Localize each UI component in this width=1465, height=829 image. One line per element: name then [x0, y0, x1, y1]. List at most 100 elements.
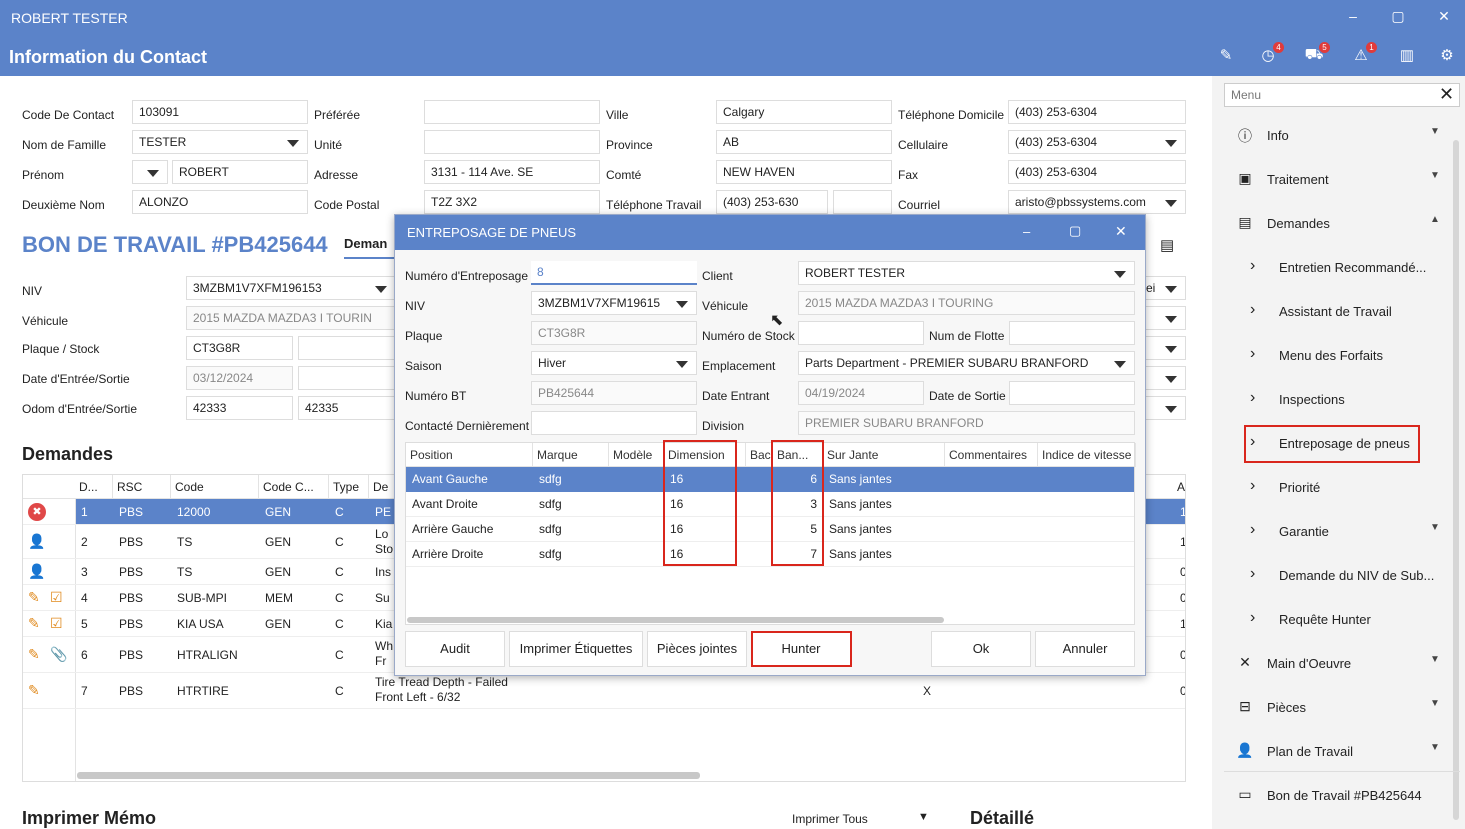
ok-button[interactable]: Ok: [931, 631, 1031, 667]
chevron-down-icon[interactable]: ▼: [1430, 126, 1440, 137]
dialog-minimize-icon[interactable]: –: [1023, 224, 1030, 239]
chart-icon[interactable]: ▥: [1396, 46, 1418, 66]
tire-grid-header-cell[interactable]: Modèle: [609, 443, 664, 467]
sidebar-item-bon-travail[interactable]: ▭ Bon de Travail #PB425644: [1236, 786, 1446, 806]
fax-field[interactable]: (403) 253-6304: [1008, 160, 1186, 184]
tire-row[interactable]: Arrière Gauche sdfg 16 5 Sans jantes: [406, 517, 1134, 542]
sidebar-item-demandes[interactable]: ▤ Demandes ▲: [1236, 214, 1446, 234]
chevron-down-icon[interactable]: ▼: [918, 811, 929, 823]
tire-grid-header-cell[interactable]: Bac: [746, 443, 773, 467]
sidebar-scrollbar[interactable]: [1453, 140, 1459, 820]
clipboard-check-icon[interactable]: ☑: [50, 615, 63, 632]
demandes-header-cell[interactable]: Code: [171, 475, 259, 499]
print-labels-button[interactable]: Imprimer Étiquettes: [509, 631, 643, 667]
postal-field[interactable]: T2Z 3X2: [424, 190, 600, 214]
tire-grid-header-cell[interactable]: Sur Jante: [823, 443, 945, 467]
vehicule-field[interactable]: 2015 MAZDA MAZDA3 I TOURIN: [186, 306, 396, 330]
odom-in-field[interactable]: 42333: [186, 396, 293, 420]
dlg-plaque-field[interactable]: CT3G8R: [531, 321, 697, 345]
tire-grid-header-cell[interactable]: Commentaires: [945, 443, 1038, 467]
grid-scrollbar[interactable]: [407, 617, 944, 623]
pencil-icon[interactable]: ✎: [28, 589, 40, 606]
contact-field[interactable]: [531, 411, 697, 435]
audit-button[interactable]: Audit: [405, 631, 505, 667]
flotte-field[interactable]: [1009, 321, 1135, 345]
close-icon[interactable]: ✕: [1436, 8, 1452, 25]
clipboard-check-icon[interactable]: ☑: [50, 589, 63, 606]
dialog-maximize-icon[interactable]: ▢: [1069, 223, 1081, 239]
courriel-field[interactable]: aristo@pbssystems.com: [1008, 190, 1186, 214]
sidebar-item-main-oeuvre[interactable]: ✕ Main d'Oeuvre ▼: [1236, 654, 1446, 674]
deuxieme-field[interactable]: ALONZO: [132, 190, 308, 214]
sidebar-subitem-forfaits[interactable]: › Menu des Forfaits: [1250, 345, 1445, 366]
sidebar-subitem-entretien[interactable]: › Entretien Recommandé...: [1250, 257, 1445, 278]
chevron-down-icon[interactable]: ▼: [1430, 654, 1440, 665]
sidebar-subitem-inspections[interactable]: › Inspections: [1250, 389, 1445, 410]
dialog-close-icon[interactable]: ✕: [1115, 223, 1127, 240]
demandes-header-cell[interactable]: A: [1173, 475, 1185, 499]
stock-field[interactable]: [298, 336, 396, 360]
history-icon[interactable]: ◷ 4: [1257, 42, 1284, 66]
chevron-down-icon[interactable]: ▼: [1430, 522, 1440, 533]
sidebar-item-traitement[interactable]: ▣ Traitement ▼: [1236, 170, 1446, 190]
car-icon[interactable]: ⛟ 5: [1303, 42, 1330, 66]
chevron-down-icon[interactable]: ▼: [1430, 170, 1440, 181]
num-field[interactable]: 8: [531, 261, 697, 285]
sidebar-subitem-demande-niv[interactable]: › Demande du NIV de Sub...: [1250, 565, 1445, 586]
tire-grid-header-cell[interactable]: Position: [406, 443, 533, 467]
nom-field[interactable]: TESTER: [132, 130, 308, 154]
maximize-icon[interactable]: ▢: [1390, 8, 1406, 25]
pencil-icon[interactable]: ✎: [28, 646, 40, 663]
teldom-field[interactable]: (403) 253-6304: [1008, 100, 1186, 124]
pencil-icon[interactable]: ✎: [28, 615, 40, 632]
empl-field[interactable]: Parts Department - PREMIER SUBARU BRANFO…: [798, 351, 1135, 375]
tab-demandes[interactable]: Deman: [344, 236, 396, 259]
client-field[interactable]: ROBERT TESTER: [798, 261, 1135, 285]
comte-field[interactable]: NEW HAVEN: [716, 160, 892, 184]
teltravail-field[interactable]: (403) 253-630: [716, 190, 828, 214]
unite-field[interactable]: [424, 130, 600, 154]
date-out-field[interactable]: [298, 366, 396, 390]
alert-icon[interactable]: ⚠ 1: [1350, 42, 1377, 66]
settings-icon[interactable]: ⚙: [1436, 46, 1458, 66]
dlg-vehicule-field[interactable]: 2015 MAZDA MAZDA3 I TOURING: [798, 291, 1135, 315]
minimize-icon[interactable]: –: [1345, 8, 1361, 24]
table-scrollbar[interactable]: [77, 772, 700, 779]
chevron-down-icon[interactable]: ▼: [1430, 698, 1440, 709]
prenom-field[interactable]: ROBERT: [172, 160, 308, 184]
right-select-5[interactable]: [1140, 396, 1186, 420]
tire-grid-header-cell[interactable]: Indice de vitesse: [1038, 443, 1136, 467]
demandes-header-cell[interactable]: Code C...: [259, 475, 329, 499]
comment-icon[interactable]: ▤: [1160, 236, 1174, 254]
pencil-icon[interactable]: ✎: [28, 682, 40, 699]
sidebar-subitem-assistant[interactable]: › Assistant de Travail: [1250, 301, 1445, 322]
sidebar-subitem-garantie[interactable]: › Garantie ▼: [1250, 521, 1445, 542]
adresse-field[interactable]: 3131 - 114 Ave. SE: [424, 160, 600, 184]
preferee-field[interactable]: [424, 100, 600, 124]
sortie-field[interactable]: [1009, 381, 1135, 405]
print-all-label[interactable]: Imprimer Tous: [792, 812, 868, 826]
right-select-1[interactable]: ei: [1140, 276, 1186, 300]
user-edit-icon[interactable]: 👤: [28, 533, 45, 550]
saison-field[interactable]: Hiver: [531, 351, 697, 375]
ville-field[interactable]: Calgary: [716, 100, 892, 124]
tire-row[interactable]: Avant Droite sdfg 16 3 Sans jantes: [406, 492, 1134, 517]
right-select-2[interactable]: [1140, 306, 1186, 330]
sidebar-item-info[interactable]: ⓘ Info ▼: [1236, 126, 1446, 146]
demandes-header-cell[interactable]: D...: [75, 475, 113, 499]
dlg-stock-field[interactable]: [798, 321, 924, 345]
right-select-4[interactable]: [1140, 366, 1186, 390]
tire-row[interactable]: Avant Gauche sdfg 16 6 Sans jantes: [406, 467, 1134, 492]
demandes-header-cell[interactable]: RSC: [113, 475, 171, 499]
sidebar-subitem-priorite[interactable]: › Priorité: [1250, 477, 1445, 498]
sidebar-item-pieces[interactable]: ⊟ Pièces ▼: [1236, 698, 1446, 718]
edit-icon[interactable]: ✎: [1215, 46, 1237, 66]
date-in-field[interactable]: 03/12/2024: [186, 366, 293, 390]
niv-field[interactable]: 3MZBM1V7XFM196153: [186, 276, 396, 300]
odom-out-field[interactable]: 42335: [298, 396, 396, 420]
user-edit-icon[interactable]: 👤: [28, 563, 45, 580]
menu-search-input[interactable]: Menu: [1224, 83, 1460, 107]
demandes-header-cell[interactable]: Type: [329, 475, 369, 499]
tire-grid-header-cell[interactable]: Marque: [533, 443, 609, 467]
chevron-up-icon[interactable]: ▲: [1430, 214, 1440, 225]
